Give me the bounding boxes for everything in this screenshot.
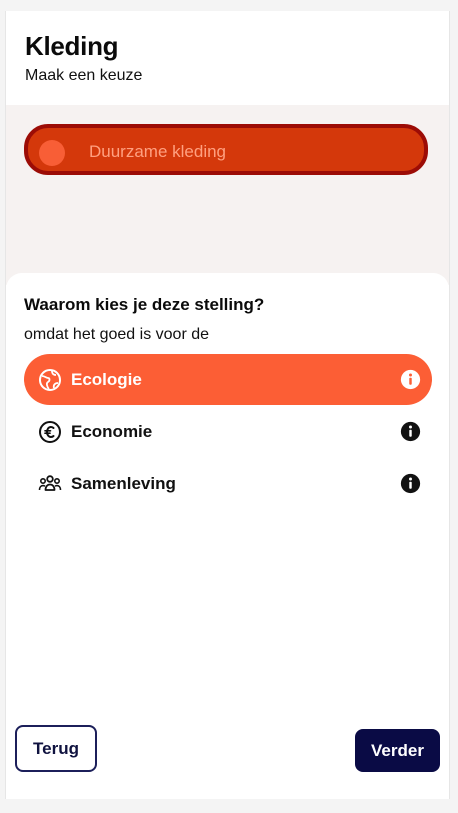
header: Kleding Maak een keuze (6, 11, 449, 105)
statement-area: Duurzame kleding (6, 105, 449, 285)
option-ecologie[interactable]: Ecologie (24, 354, 432, 405)
info-icon[interactable] (400, 369, 421, 390)
option-samenleving[interactable]: Samenleving (24, 458, 432, 509)
info-icon[interactable] (400, 473, 421, 494)
info-icon[interactable] (400, 421, 421, 442)
reason-lead: omdat het goed is voor de (24, 326, 210, 343)
option-label: Samenleving (71, 474, 176, 493)
euro-icon (39, 421, 61, 443)
option-label: Economie (71, 422, 153, 441)
statement-label: Duurzame kleding (89, 142, 227, 161)
people-icon (38, 475, 62, 491)
globe-icon (39, 369, 61, 391)
option-economie[interactable]: Economie (24, 406, 432, 457)
reason-sheet: Waarom kies je deze stelling? omdat het … (6, 273, 449, 799)
reason-question: Waarom kies je deze stelling? (24, 295, 265, 314)
selected-statement[interactable]: Duurzame kleding (24, 124, 428, 175)
statement-dot-icon (39, 140, 65, 166)
page-subtitle: Maak een keuze (25, 67, 143, 84)
app-frame: Kleding Maak een keuze Duurzame kleding … (5, 11, 450, 799)
back-button[interactable]: Terug (15, 725, 97, 772)
option-label: Ecologie (71, 370, 142, 389)
next-button[interactable]: Verder (355, 729, 440, 772)
page-title: Kleding (25, 31, 119, 61)
